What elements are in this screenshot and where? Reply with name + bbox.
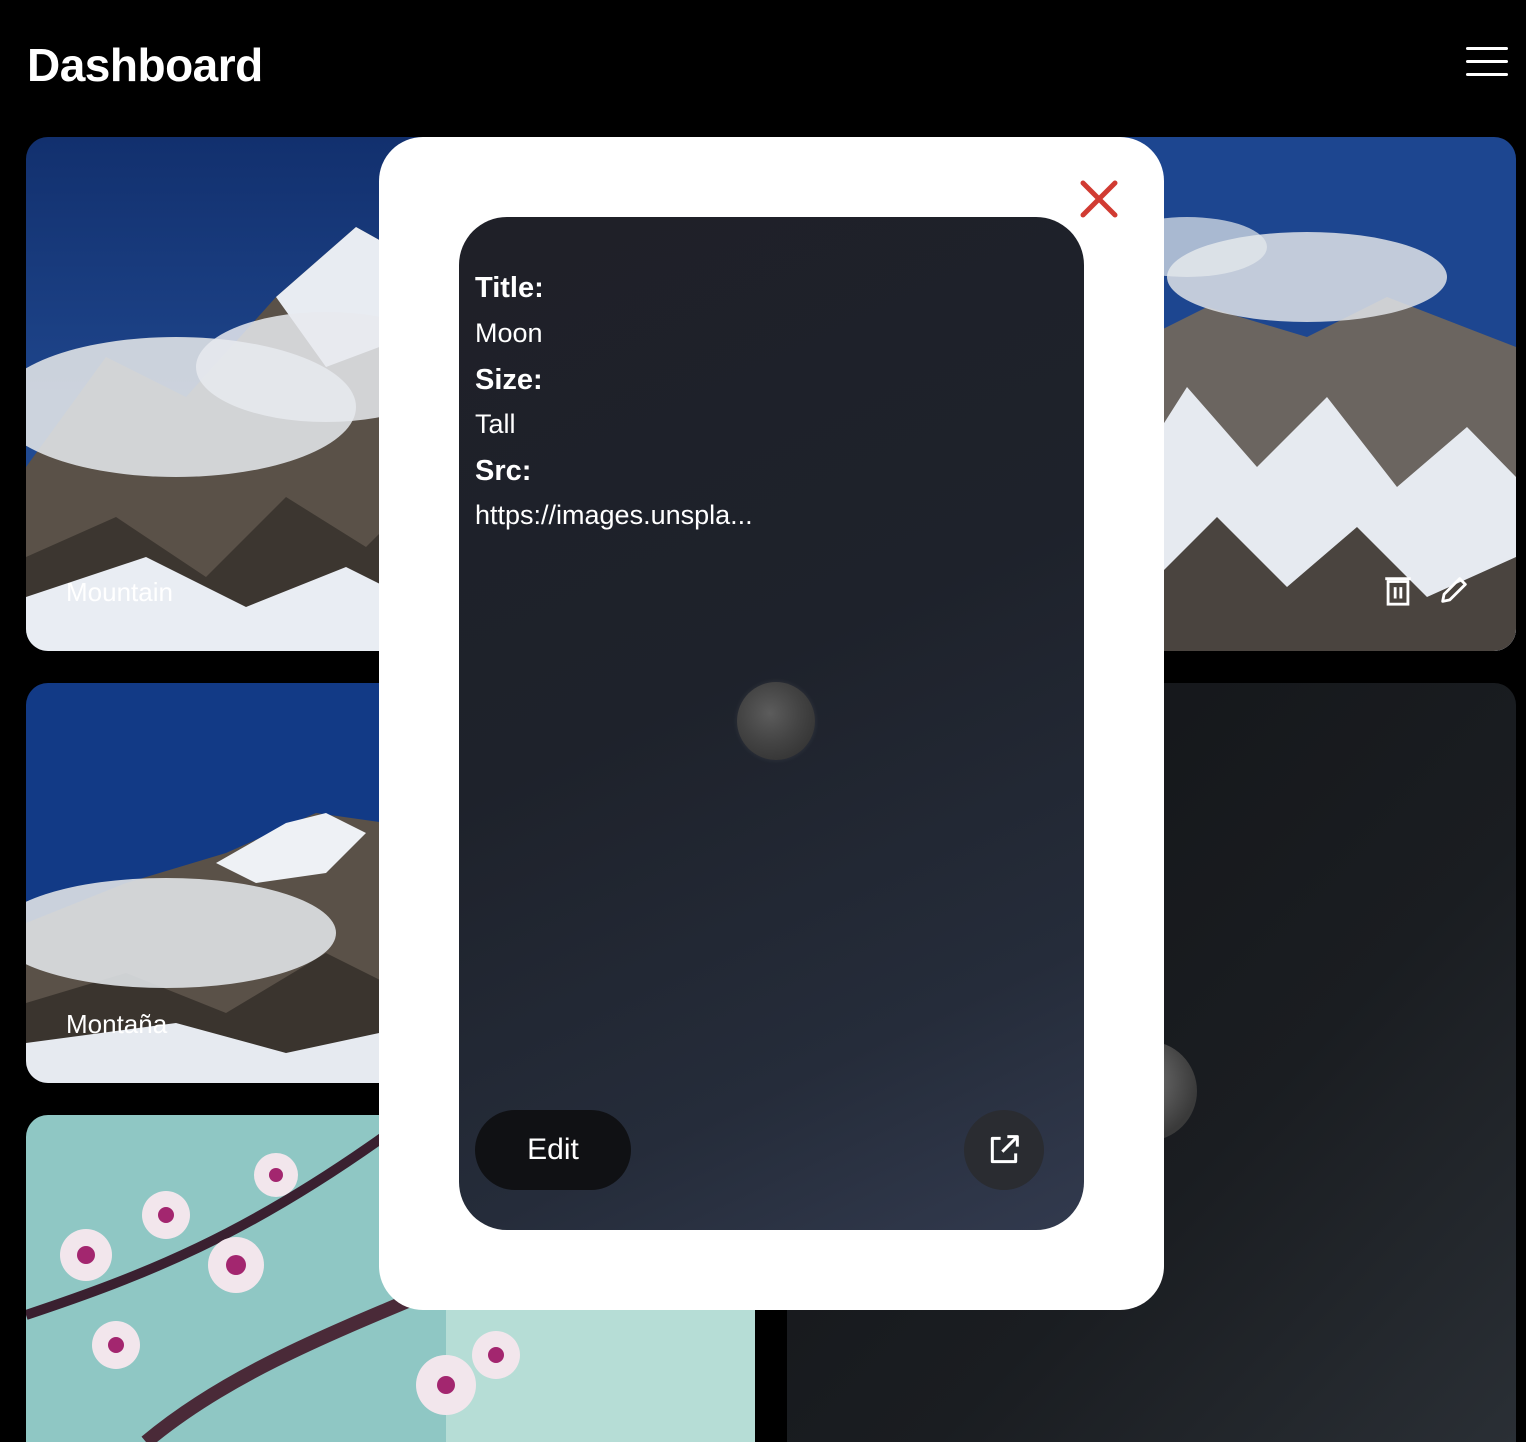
moon-image: [737, 682, 815, 760]
open-external-button[interactable]: [964, 1110, 1044, 1190]
modal-overlay: Title: Moon Size: Tall Src: https://imag…: [0, 0, 1526, 1442]
size-value: Tall: [475, 409, 516, 439]
title-value: Moon: [475, 318, 543, 348]
size-label: Size:: [475, 364, 543, 396]
src-label: Src:: [475, 455, 532, 487]
close-icon[interactable]: [1078, 178, 1120, 220]
external-link-icon: [990, 1135, 1019, 1164]
title-label: Title:: [475, 272, 544, 304]
src-value: https://images.unspla...: [475, 500, 753, 530]
edit-button[interactable]: Edit: [475, 1110, 631, 1190]
